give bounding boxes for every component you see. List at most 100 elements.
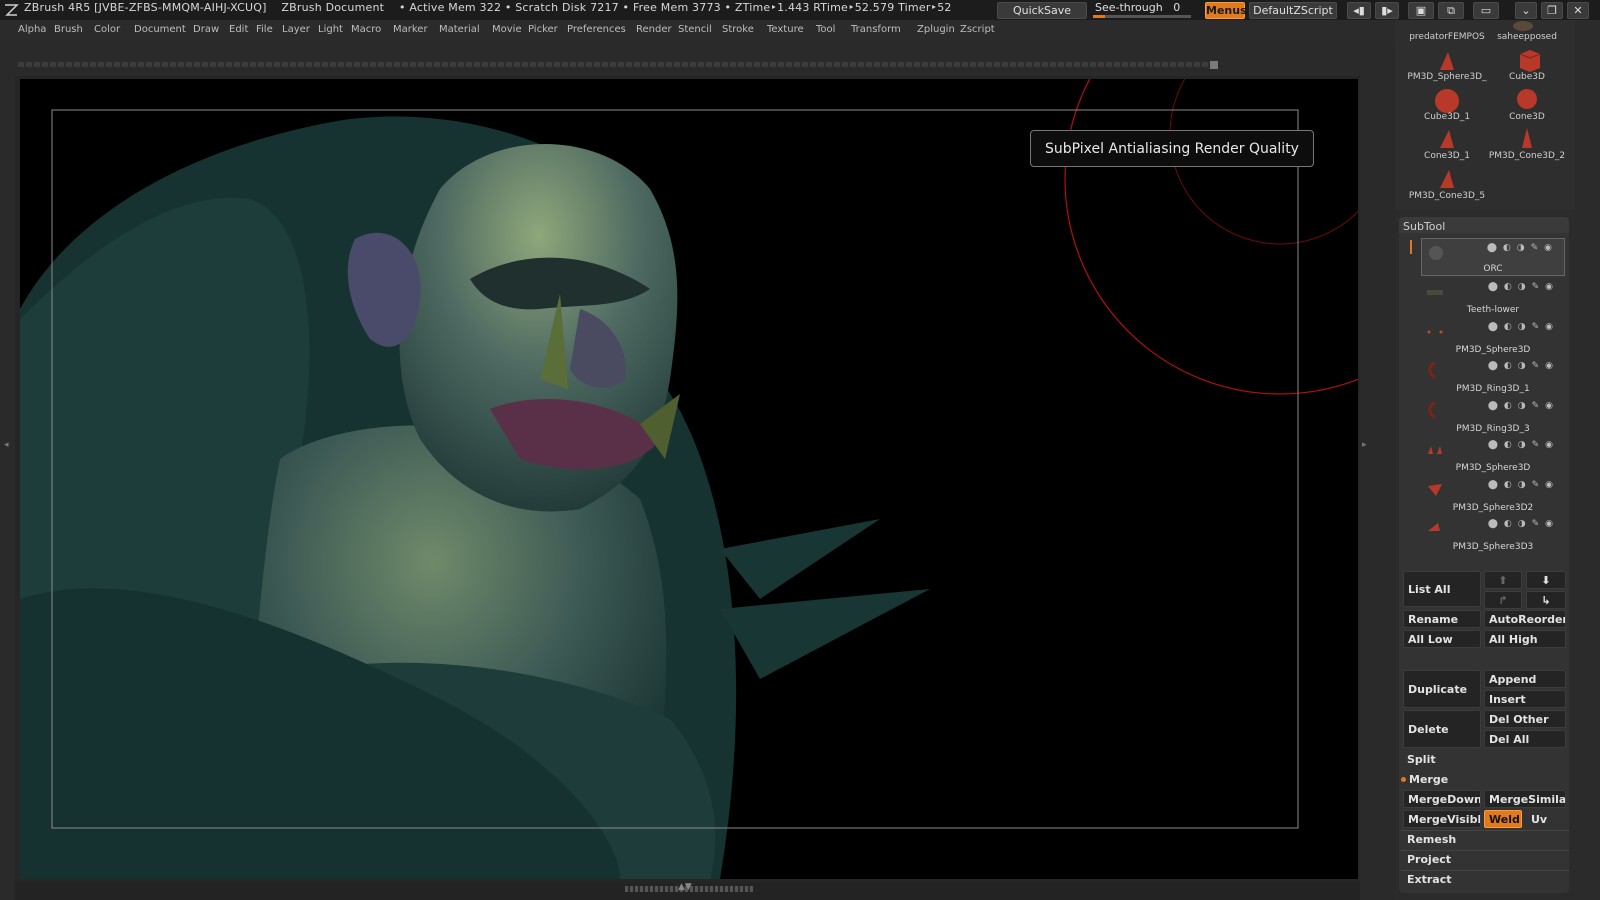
menu-tool[interactable]: Tool [816,24,835,35]
menu-stencil[interactable]: Stencil [678,24,712,35]
visibility-icons[interactable]: ⬤◐◑✎◉ [1488,519,1559,529]
see-through-slider-label[interactable]: See-through 0 [1095,1,1180,14]
tool-item-cone3d[interactable]: Cone3D [1486,112,1568,122]
right-tray-toggle-icon[interactable]: ▸ [1362,440,1367,450]
cone-thumb-icon[interactable] [1436,168,1458,190]
autoreorder-button[interactable]: AutoReorder [1484,610,1566,628]
move-up-icon[interactable]: ⬆ [1484,571,1522,589]
cone-thumb-icon[interactable] [1436,50,1458,72]
menu-document[interactable]: Document [134,24,186,35]
default-zscript-button[interactable]: DefaultZScript [1249,2,1337,19]
menus-toggle-button[interactable]: Menus [1205,2,1247,19]
remesh-section[interactable]: Remesh [1407,833,1456,846]
minimize-icon[interactable]: ⌄ [1515,2,1537,19]
visibility-icons[interactable]: ⬤◐◑✎◉ [1488,480,1559,490]
move-down-icon[interactable]: ⬇ [1526,571,1566,589]
mergedown-button[interactable]: MergeDown [1403,790,1481,808]
subtool-item-pm3d-sphere3d2[interactable]: ⬤◐◑✎◉ PM3D_Sphere3D2 [1421,476,1565,514]
sphere-thumb-icon[interactable] [1516,88,1538,110]
visibility-icons[interactable]: ⬤◐◑✎◉ [1488,282,1559,292]
menu-stroke[interactable]: Stroke [722,24,754,35]
subtool-item-orc[interactable]: ⬤◐◑✎◉ ORC [1421,238,1565,276]
bottom-expand-arrows-icon[interactable]: ▲▼ [678,882,692,892]
menu-marker[interactable]: Marker [393,24,428,35]
tool-item-cone3d-1[interactable]: Cone3D_1 [1406,151,1488,161]
visibility-icons[interactable]: ⬤◐◑✎◉ [1488,440,1559,450]
cone-thumb-icon[interactable] [1516,126,1538,150]
layout-tile-icon[interactable]: ▣ [1408,2,1434,19]
menu-color[interactable]: Color [94,24,120,35]
uv-toggle[interactable]: Uv [1526,810,1566,828]
shelf-handle[interactable] [1210,61,1218,69]
visibility-icons[interactable]: ⬤◐◑✎◉ [1488,322,1559,332]
all-low-button[interactable]: All Low [1403,630,1481,648]
subtool-item-pm3d-ring3d-3[interactable]: ⬤◐◑✎◉ PM3D_Ring3D_3 [1421,397,1565,435]
tool-item-predatorfempos[interactable]: predatorFEMPOS [1406,32,1488,42]
menu-file[interactable]: File [256,24,273,35]
menu-brush[interactable]: Brush [54,24,83,35]
menu-alpha[interactable]: Alpha [18,24,46,35]
weld-toggle[interactable]: Weld [1484,810,1522,828]
scroll-right-icon[interactable]: ▮▸ [1375,2,1399,19]
maximize-icon[interactable]: ❐ [1541,2,1563,19]
close-icon[interactable]: ✕ [1567,2,1589,19]
list-all-button[interactable]: List All [1403,571,1481,607]
menu-light[interactable]: Light [318,24,343,35]
subtool-item-pm3d-sphere3d3[interactable]: ⬤◐◑✎◉ PM3D_Sphere3D3 [1421,515,1565,553]
menu-macro[interactable]: Macro [351,24,381,35]
visibility-icons[interactable]: ⬤◐◑✎◉ [1488,361,1559,371]
subtool-item-pm3d-sphere3d-b[interactable]: ⬤◐◑✎◉ PM3D_Sphere3D [1421,436,1565,474]
project-section[interactable]: Project [1407,853,1451,866]
extract-section[interactable]: Extract [1407,873,1452,886]
duplicate-button[interactable]: Duplicate [1403,670,1481,708]
delete-button[interactable]: Delete [1403,710,1481,748]
mergesimilar-button[interactable]: MergeSimilar [1484,790,1566,808]
menu-draw[interactable]: Draw [193,24,219,35]
insert-button[interactable]: Insert [1484,690,1566,708]
cube-thumb-icon[interactable] [1516,48,1542,72]
sphere-thumb-icon[interactable] [1434,88,1460,114]
subtool-item-pm3d-ring3d-1[interactable]: ⬤◐◑✎◉ PM3D_Ring3D_1 [1421,357,1565,395]
document-canvas[interactable] [20,79,1358,879]
quicksave-button[interactable]: QuickSave [997,2,1087,19]
scroll-left-icon[interactable]: ◂▮ [1347,2,1371,19]
menu-transform[interactable]: Transform [851,24,901,35]
menu-render[interactable]: Render [636,24,672,35]
tool-item-pm3d-cone3d-5[interactable]: PM3D_Cone3D_5 [1406,191,1488,201]
visibility-icons[interactable]: ⬤◐◑✎◉ [1488,401,1559,411]
tool-item-pm3d-cone3d-2[interactable]: PM3D_Cone3D_2 [1486,151,1568,161]
cone-thumb-icon[interactable] [1436,128,1458,150]
rename-button[interactable]: Rename [1403,610,1481,628]
subtool-item-teeth-lower[interactable]: ⬤◐◑✎◉ Teeth-lower [1421,278,1565,316]
mergevisible-button[interactable]: MergeVisible [1403,810,1481,828]
left-tray-toggle-icon[interactable]: ◂ [4,440,9,450]
tool-item-cube3d-1[interactable]: Cube3D_1 [1406,112,1488,122]
tool-item-cube3d[interactable]: Cube3D [1486,72,1568,82]
visibility-icons[interactable]: ⬤◐◑✎◉ [1487,243,1558,253]
menu-picker[interactable]: Picker [528,24,558,35]
tool-item-saheepposed[interactable]: saheepposed [1486,32,1568,42]
move-up-branch-icon[interactable]: ↱ [1484,591,1522,609]
append-button[interactable]: Append [1484,670,1566,688]
tool-item-pm3d-sphere3d[interactable]: PM3D_Sphere3D_ [1406,72,1488,82]
subtool-scrollbar[interactable] [1410,240,1412,254]
all-high-button[interactable]: All High [1484,630,1566,648]
menu-texture[interactable]: Texture [767,24,804,35]
split-section[interactable]: Split [1407,753,1436,766]
menu-zscript[interactable]: Zscript [960,24,995,35]
subtool-item-pm3d-sphere3d[interactable]: ⬤◐◑✎◉ PM3D_Sphere3D [1421,318,1565,356]
top-shelf-strip[interactable] [18,62,1213,67]
menu-layer[interactable]: Layer [282,24,310,35]
lock-icon[interactable]: ▭ [1473,2,1499,19]
see-through-slider[interactable] [1093,15,1191,18]
menu-edit[interactable]: Edit [229,24,248,35]
menu-zplugin[interactable]: Zplugin [917,24,955,35]
del-other-button[interactable]: Del Other [1484,710,1566,728]
move-down-branch-icon[interactable]: ↳ [1526,591,1566,609]
menu-preferences[interactable]: Preferences [567,24,626,35]
merge-section[interactable]: Merge [1409,773,1448,786]
menu-material[interactable]: Material [439,24,480,35]
layout-swap-icon[interactable]: ⧉ [1438,2,1464,19]
menu-movie[interactable]: Movie [492,24,522,35]
del-all-button[interactable]: Del All [1484,730,1566,748]
